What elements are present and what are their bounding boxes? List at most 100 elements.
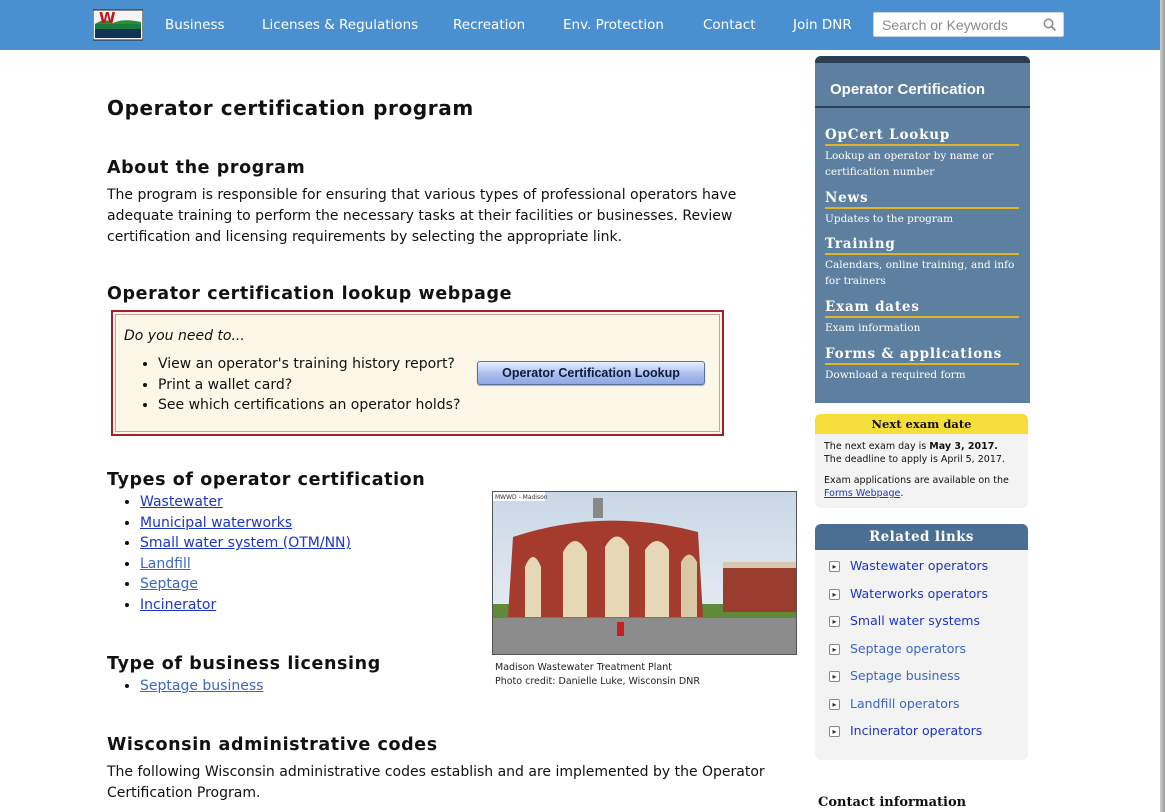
sidebar-item-desc: Calendars, online training, and info for… <box>825 259 1015 287</box>
sidebar-item-heading[interactable]: OpCert Lookup <box>825 127 1019 146</box>
sidebar-item-desc: Updates to the program <box>825 213 954 225</box>
related-link-landfill-operators[interactable]: ▸ Landfill operators <box>829 696 988 724</box>
related-link-label[interactable]: Small water systems <box>850 613 980 628</box>
related-links-list: ▸ Wastewater operators ▸ Waterworks operat… <box>829 558 988 751</box>
list-item: See which certifications an operator hol… <box>158 395 460 416</box>
window-edge-shadow <box>1160 0 1165 812</box>
arrow-icon: ▸ <box>829 671 840 682</box>
related-link-label[interactable]: Waterworks operators <box>850 586 988 601</box>
link-small-water-system[interactable]: Small water system (OTM/NN) <box>140 535 351 551</box>
link-wastewater[interactable]: Wastewater <box>140 494 223 510</box>
link-municipal-waterworks[interactable]: Municipal waterworks <box>140 515 292 531</box>
arrow-icon: ▸ <box>829 726 840 737</box>
svg-text:W: W <box>99 9 116 27</box>
dnr-logo[interactable]: W <box>92 7 144 41</box>
nav-contact[interactable]: Contact <box>703 17 756 33</box>
certification-types-list: Wastewater Municipal waterworks Small wa… <box>107 492 351 616</box>
arrow-icon: ▸ <box>829 588 840 600</box>
arrow-icon: ▸ <box>829 616 840 627</box>
caption-line-2: Photo credit: Danielle Luke, Wisconsin D… <box>495 676 700 687</box>
related-link-waterworks-operators[interactable]: ▸ Waterworks operators <box>829 586 988 614</box>
sidebar-item-heading[interactable]: Training <box>825 236 1019 255</box>
related-link-label[interactable]: Landfill operators <box>850 696 960 711</box>
lookup-bullet-list: View an operator's training history repo… <box>130 354 460 416</box>
types-heading: Types of operator certification <box>107 470 426 490</box>
treatment-plant-photo: MWWD - Madison <box>492 491 797 655</box>
business-licensing-list: Septage business <box>107 676 263 697</box>
sidebar-title: Operator Certification <box>830 81 986 98</box>
list-item: Incinerator <box>140 595 351 616</box>
codes-text: The following Wisconsin administrative c… <box>107 764 765 801</box>
sidebar-divider <box>815 106 1030 108</box>
exam-date: May 3, 2017. <box>929 441 998 452</box>
related-link-small-water-systems[interactable]: ▸ Small water systems <box>829 613 988 641</box>
exam-link-suffix: . <box>900 488 904 499</box>
about-heading: About the program <box>107 158 306 178</box>
related-link-septage-business[interactable]: ▸ Septage business <box>829 668 988 696</box>
top-navigation-bar: W Business Licenses & Regulations Recrea… <box>0 0 1165 50</box>
arrow-icon: ▸ <box>829 698 840 710</box>
lookup-callout-box: Do you need to... View an operator's tra… <box>111 310 724 436</box>
list-item: Septage business <box>140 676 263 697</box>
nav-env-protection[interactable]: Env. Protection <box>563 17 664 33</box>
photo-stamp: MWWD - Madison <box>495 494 548 501</box>
business-heading: Type of business licensing <box>107 654 381 674</box>
list-item: Municipal waterworks <box>140 513 351 534</box>
sidebar-item-exam-dates[interactable]: Exam dates Exam information <box>825 299 1019 336</box>
arrow-icon: ▸ <box>829 561 840 572</box>
search-icon[interactable] <box>1042 17 1058 33</box>
next-exam-body: The next exam day is May 3, 2017. The de… <box>815 434 1028 506</box>
list-item: Septage <box>140 574 351 595</box>
link-septage-business[interactable]: Septage business <box>140 678 263 694</box>
related-links-box: Related links ▸ Wastewater operators ▸ Wat… <box>815 524 1028 760</box>
sidebar-item-heading[interactable]: Forms & applications <box>825 346 1019 365</box>
exam-line-1-text: The next exam day is <box>824 441 930 452</box>
next-exam-header: Next exam date <box>815 414 1028 434</box>
link-septage[interactable]: Septage <box>140 576 198 592</box>
related-link-label[interactable]: Incinerator operators <box>850 723 982 738</box>
related-link-label[interactable]: Wastewater operators <box>850 558 988 573</box>
sidebar-item-training[interactable]: Training Calendars, online training, and… <box>825 236 1019 289</box>
about-text: The program is responsible for ensuring … <box>107 187 737 245</box>
exam-line-3: Exam applications are available on the <box>824 475 1009 486</box>
caption-line-1: Madison Wastewater Treatment Plant <box>495 662 672 673</box>
nav-join-dnr[interactable]: Join DNR <box>793 17 852 33</box>
link-landfill[interactable]: Landfill <box>140 556 191 572</box>
nav-business[interactable]: Business <box>165 17 225 33</box>
codes-heading: Wisconsin administrative codes <box>107 735 438 755</box>
sidebar-item-opcert-lookup[interactable]: OpCert Lookup Lookup an operator by name… <box>825 127 1019 180</box>
sidebar-item-heading[interactable]: News <box>825 190 1019 209</box>
list-item: Landfill <box>140 554 351 575</box>
page-title: Operator certification program <box>107 96 474 120</box>
list-item: View an operator's training history repo… <box>158 354 460 375</box>
exam-line-1: The next exam day is May 3, 2017. <box>824 440 1019 453</box>
sidebar-item-news[interactable]: News Updates to the program <box>825 190 1019 227</box>
forms-webpage-link[interactable]: Forms Webpage <box>824 488 900 499</box>
nav-recreation[interactable]: Recreation <box>453 17 525 33</box>
sidebar-top-strip <box>815 56 1030 63</box>
list-item: Wastewater <box>140 492 351 513</box>
sidebar-item-heading[interactable]: Exam dates <box>825 299 1019 318</box>
exam-line-2: The deadline to apply is April 5, 2017. <box>824 454 1005 465</box>
lookup-question: Do you need to... <box>124 328 245 344</box>
related-links-header: Related links <box>815 524 1028 550</box>
sidebar-item-desc: Download a required form <box>825 369 966 381</box>
search-placeholder: Search or Keywords <box>882 17 1009 33</box>
arrow-icon: ▸ <box>829 643 840 655</box>
list-item: Print a wallet card? <box>158 375 460 396</box>
lookup-heading: Operator certification lookup webpage <box>107 284 513 304</box>
photo-caption: Madison Wastewater Treatment Plant Photo… <box>495 661 700 689</box>
link-incinerator[interactable]: Incinerator <box>140 597 216 613</box>
related-link-septage-operators[interactable]: ▸ Septage operators <box>829 641 988 669</box>
list-item: Small water system (OTM/NN) <box>140 533 351 554</box>
related-link-wastewater-operators[interactable]: ▸ Wastewater operators <box>829 558 988 586</box>
sidebar-item-forms-applications[interactable]: Forms & applications Download a required… <box>825 346 1019 383</box>
related-link-label[interactable]: Septage business <box>850 668 960 683</box>
sidebar-item-desc: Lookup an operator by name or certificat… <box>825 150 994 178</box>
search-input[interactable]: Search or Keywords <box>873 12 1064 37</box>
nav-licenses-regulations[interactable]: Licenses & Regulations <box>262 17 418 33</box>
related-link-label[interactable]: Septage operators <box>850 641 966 656</box>
related-link-incinerator-operators[interactable]: ▸ Incinerator operators <box>829 723 988 751</box>
operator-certification-lookup-button[interactable]: Operator Certification Lookup <box>477 361 705 385</box>
next-exam-box: Next exam date The next exam day is May … <box>815 414 1028 508</box>
